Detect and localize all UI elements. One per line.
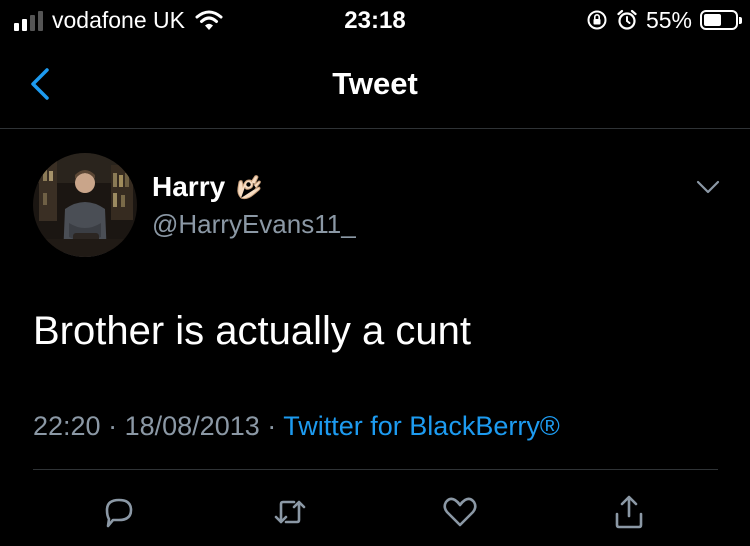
tweet-time: 22:20 — [33, 411, 101, 441]
ok-hand-emoji-icon — [237, 175, 261, 200]
alarm-icon — [617, 9, 637, 30]
author-name[interactable]: Harry — [152, 171, 225, 203]
page-title: Tweet — [332, 66, 418, 101]
reply-icon — [105, 498, 133, 528]
meta-separator: · — [108, 411, 118, 441]
author-name-row: Harry — [152, 171, 263, 203]
status-bar-right: 55% — [586, 6, 742, 34]
author-handle[interactable]: @HarryEvans11_ — [152, 209, 356, 239]
orientation-lock-icon — [587, 10, 607, 30]
share-icon — [615, 495, 643, 529]
chevron-down-icon — [696, 180, 720, 194]
avatar-photo — [33, 153, 137, 257]
tweet-date: 18/08/2013 — [124, 411, 260, 441]
like-icon — [443, 497, 477, 527]
tweet-text: Brother is actually a cunt — [33, 309, 471, 353]
avatar[interactable] — [33, 153, 137, 257]
tweet-source-link[interactable]: Twitter for BlackBerry® — [283, 411, 559, 441]
tweet-options-button[interactable] — [692, 175, 724, 199]
tweet-detail: Harry @HarryEvans11_ Brother is actually… — [0, 129, 750, 546]
navigation-bar: Tweet — [0, 40, 750, 129]
like-button[interactable] — [435, 487, 485, 537]
meta-separator: · — [267, 411, 277, 441]
retweet-icon — [274, 500, 306, 524]
reply-button[interactable] — [94, 487, 144, 537]
divider — [33, 469, 718, 470]
battery-percentage: 55% — [645, 7, 692, 33]
tweet-actions — [0, 487, 750, 537]
retweet-button[interactable] — [265, 487, 315, 537]
tweet-metadata: 22:20 · 18/08/2013 · Twitter for BlackBe… — [33, 410, 560, 442]
battery-icon — [700, 10, 742, 30]
share-button[interactable] — [604, 487, 654, 537]
status-bar: vodafone UK 23:18 55% — [0, 0, 750, 40]
